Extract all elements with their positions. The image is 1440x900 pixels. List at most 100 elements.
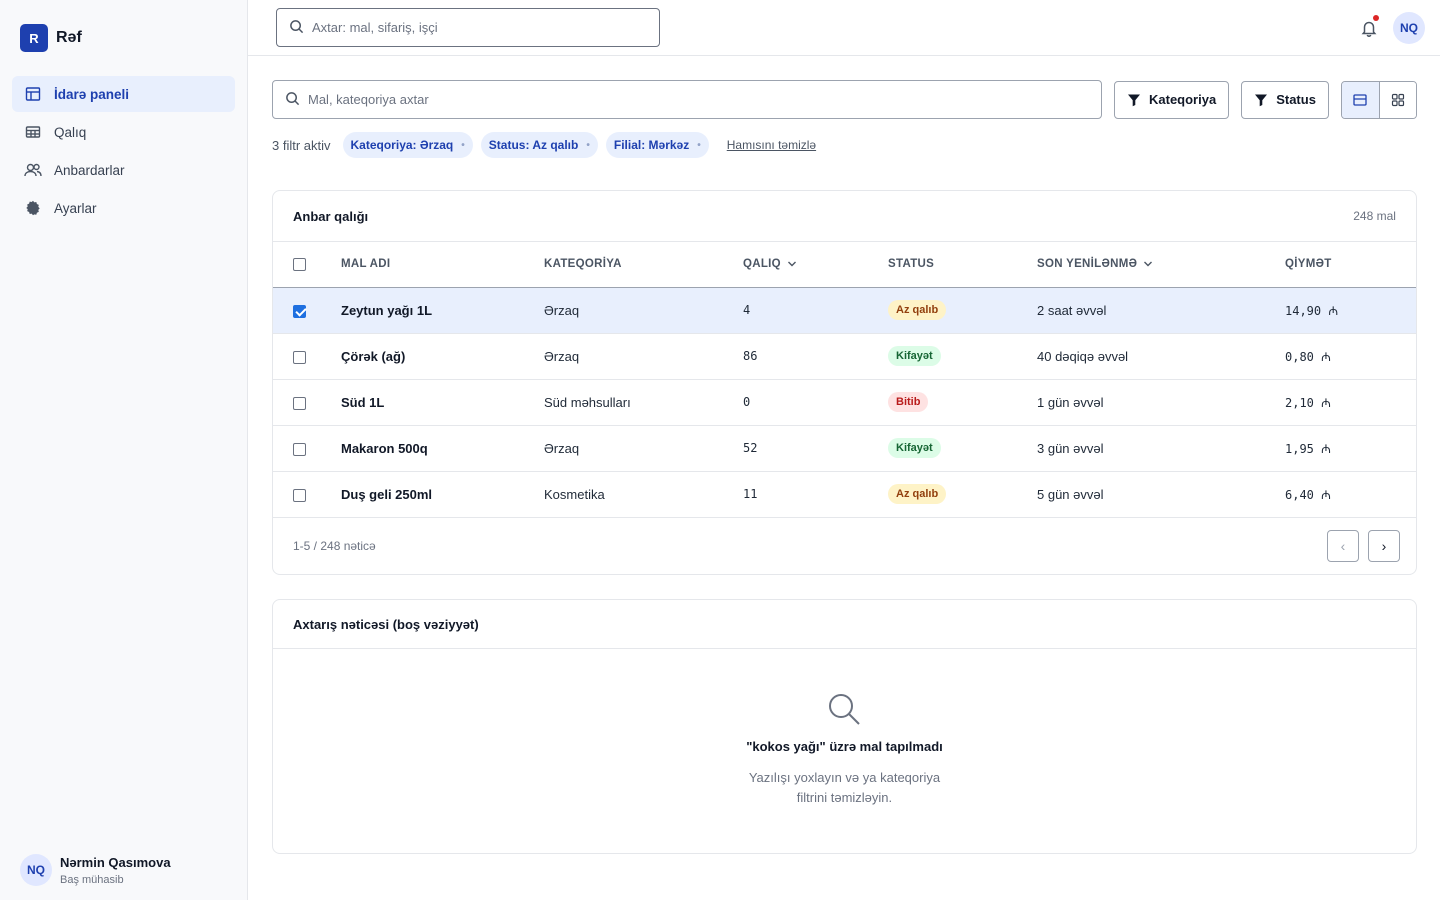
status-badge: Bitib [888, 392, 929, 412]
product-price: 2,10 ₼ [1285, 379, 1416, 426]
product-name: Makaron 500q [341, 425, 544, 472]
column-header-label: QALIQ [743, 258, 781, 271]
filter-chip[interactable]: Filial: Mərkəz • [605, 132, 709, 158]
grid-view-button[interactable] [1378, 81, 1416, 118]
notifications-button[interactable] [1353, 12, 1385, 44]
product-search-input[interactable] [308, 92, 1089, 107]
table-icon [24, 123, 42, 141]
brand[interactable]: R Rəf [0, 18, 247, 58]
category-filter-button[interactable]: Kateqoriya [1114, 80, 1230, 119]
empty-state-header: Axtarış nəticəsi (boş vəziyyət) [273, 600, 1416, 649]
column-header-status[interactable]: STATUS [888, 242, 1037, 288]
sidebar: R Rəf İdarə paneli Qalıq Anbardarlar Aya… [0, 0, 248, 900]
search-icon [829, 694, 861, 725]
global-search[interactable] [276, 8, 660, 47]
row-checkbox-cell [273, 333, 341, 380]
topbar-actions: NQ [1353, 12, 1425, 44]
product-qty: 52 [743, 425, 888, 472]
status-filter-label: Status [1276, 92, 1316, 107]
product-price: 0,80 ₼ [1285, 333, 1416, 380]
close-icon[interactable]: • [461, 140, 465, 151]
status-badge: Kifayət [888, 346, 941, 366]
sidebar-item-label: Ayarlar [54, 200, 97, 216]
product-price: 1,95 ₼ [1285, 425, 1416, 472]
column-header-name[interactable]: MAL ADI [341, 242, 544, 288]
inventory-count: 248 mal [1353, 209, 1396, 223]
global-search-input[interactable] [312, 20, 647, 35]
row-checkbox[interactable] [293, 396, 306, 410]
close-icon[interactable]: • [586, 140, 590, 151]
product-name: Çörək (ağ) [341, 333, 544, 380]
row-checkbox-cell [273, 425, 341, 472]
pagination-info: 1-5 / 248 nəticə [293, 538, 376, 553]
sidebar-item-storekeepers[interactable]: Anbardarlar [12, 152, 235, 188]
row-checkbox-cell [273, 287, 341, 334]
row-checkbox[interactable] [293, 442, 306, 456]
column-header-category[interactable]: KATEQORİYA [544, 242, 743, 288]
column-header-price[interactable]: QİYMƏT [1285, 242, 1416, 288]
search-icon [289, 19, 304, 37]
app-root: R Rəf İdarə paneli Qalıq Anbardarlar Aya… [0, 0, 1440, 900]
sidebar-item-stock[interactable]: Qalıq [12, 114, 235, 150]
column-header-updated[interactable]: SON YENİLƏNMƏ [1037, 242, 1285, 288]
table-row[interactable]: Duş geli 250ml Kosmetika 11 Az qalıb 5 g… [273, 471, 1416, 518]
column-header-qty[interactable]: QALIQ [743, 242, 888, 288]
chevron-down-icon [1144, 261, 1153, 267]
chevron-down-icon [787, 261, 796, 267]
product-name: Duş geli 250ml [341, 471, 544, 518]
product-updated: 1 gün əvvəl [1037, 379, 1285, 426]
user-profile[interactable]: NQ Nərmin Qasımova Baş mühasib [20, 854, 171, 886]
filter-chip[interactable]: Status: Az qalıb • [480, 132, 598, 158]
active-filter-count: 3 filtr aktiv [272, 137, 331, 153]
inventory-card: Anbar qalığı 248 mal MAL ADI KATEQORİYA … [272, 190, 1417, 575]
status-badge: Az qalıb [888, 300, 947, 320]
product-qty: 4 [743, 287, 888, 334]
user-info: Nərmin Qasımova Baş mühasib [60, 855, 171, 886]
empty-state-body: "kokos yağı" üzrə mal tapılmadı Yazılışı… [273, 649, 1416, 808]
avatar-button[interactable]: NQ [1392, 12, 1425, 44]
sidebar-item-settings[interactable]: Ayarlar [12, 190, 235, 226]
filter-chip[interactable]: Kateqoriya: Ərzaq • [342, 132, 473, 158]
pagination: ‹ › [1318, 529, 1400, 562]
notification-dot [1372, 15, 1379, 21]
users-icon [24, 161, 42, 179]
sidebar-item-dashboard[interactable]: İdarə paneli [12, 76, 235, 112]
prev-page-button[interactable]: ‹ [1326, 529, 1359, 562]
category-filter-label: Kateqoriya [1149, 92, 1217, 107]
table-row[interactable]: Makaron 500q Ərzaq 52 Kifayət 3 gün əvvə… [273, 425, 1416, 472]
select-all-checkbox[interactable] [293, 257, 306, 271]
row-checkbox[interactable] [293, 304, 306, 318]
product-updated: 5 gün əvvəl [1037, 471, 1285, 518]
product-search[interactable] [272, 80, 1102, 119]
product-price: 6,40 ₼ [1285, 471, 1416, 518]
row-checkbox-cell [273, 379, 341, 426]
sidebar-nav: İdarə paneli Qalıq Anbardarlar Ayarlar [0, 76, 247, 226]
table-row[interactable]: Çörək (ağ) Ərzaq 86 Kifayət 40 dəqiqə əv… [273, 333, 1416, 380]
sidebar-item-label: İdarə paneli [54, 86, 130, 102]
gear-icon [24, 199, 42, 217]
row-checkbox[interactable] [293, 488, 306, 502]
status-filter-button[interactable]: Status [1241, 80, 1329, 119]
row-checkbox[interactable] [293, 350, 306, 364]
status-cell: Az qalıb [888, 471, 1037, 518]
bell-icon [1361, 21, 1377, 37]
product-updated: 3 gün əvvəl [1037, 425, 1285, 472]
product-category: Ərzaq [544, 425, 743, 472]
product-qty: 11 [743, 471, 888, 518]
main-content: NQ Kateqoriya [248, 0, 1440, 900]
product-category: Kosmetika [544, 471, 743, 518]
status-cell: Kifayət [888, 333, 1037, 380]
inventory-card-header: Anbar qalığı 248 mal [273, 191, 1416, 242]
clear-all-filters-link[interactable]: Hamısını təmizlə [727, 138, 816, 152]
table-row[interactable]: Zeytun yağı 1L Ərzaq 4 Az qalıb 2 saat ə… [273, 287, 1416, 334]
table-row[interactable]: Süd 1L Süd məhsulları 0 Bitib 1 gün əvvə… [273, 379, 1416, 426]
user-name: Nərmin Qasımova [60, 854, 171, 870]
next-page-button[interactable]: › [1367, 529, 1400, 562]
close-icon[interactable]: • [697, 140, 701, 151]
filter-chip-label: Status: Az qalıb [488, 138, 579, 152]
select-all-cell [273, 242, 341, 288]
list-view-button[interactable] [1341, 81, 1379, 118]
active-filters: 3 filtr aktiv Kateqoriya: Ərzaq • Status… [272, 132, 1417, 158]
empty-state-description: Yazılışı yoxlayın və ya kateqoriya filtr… [748, 770, 941, 805]
product-qty: 86 [743, 333, 888, 380]
